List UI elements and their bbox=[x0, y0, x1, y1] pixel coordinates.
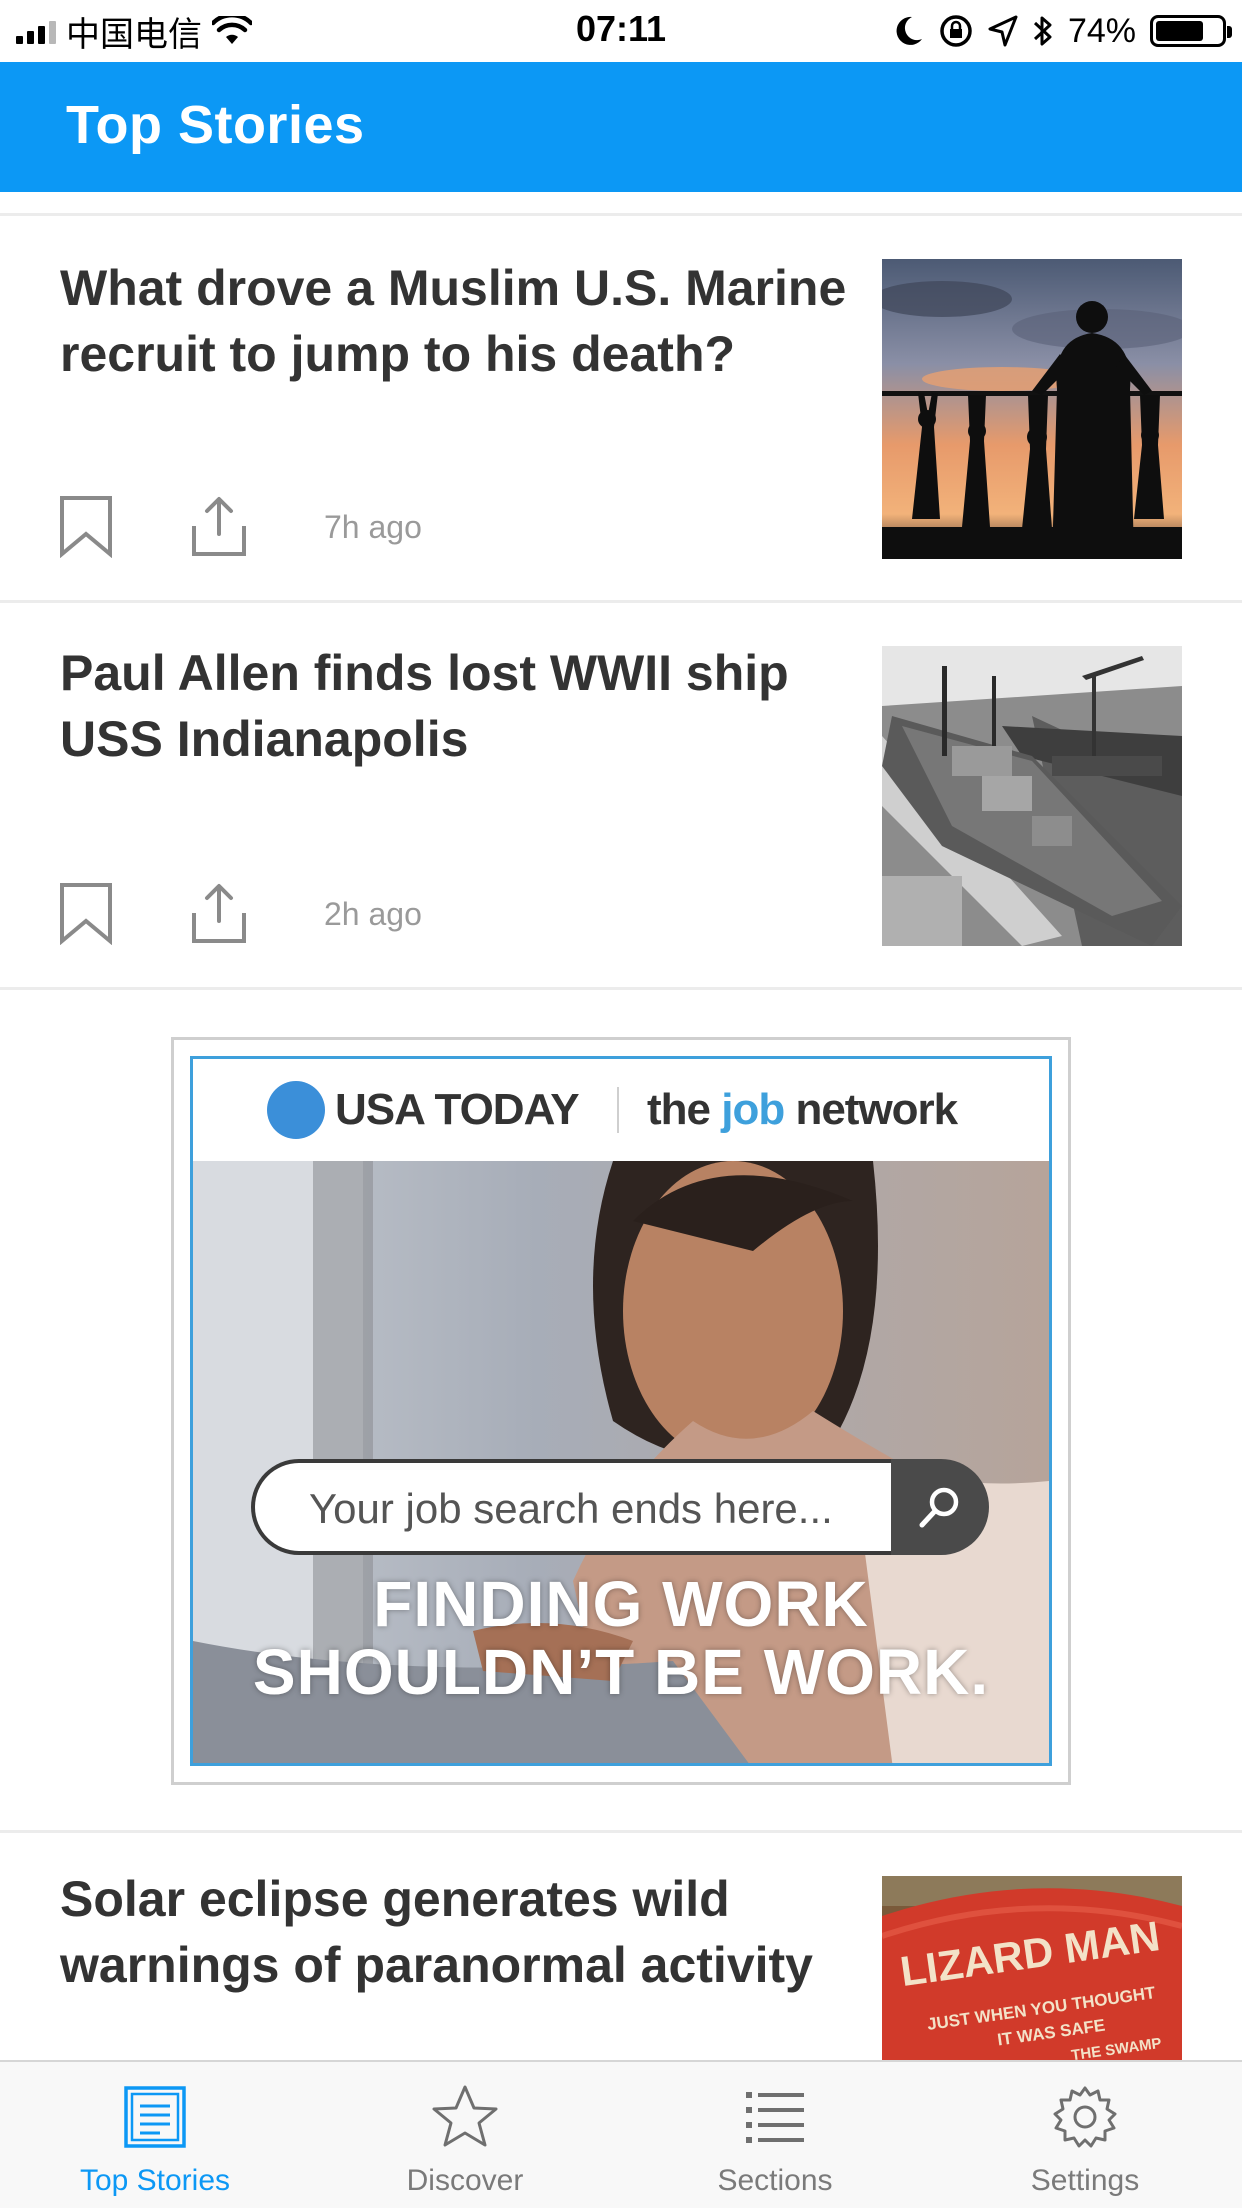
ad-search-bar[interactable]: Your job search ends here... bbox=[251, 1459, 989, 1555]
story-thumbnail[interactable]: LIZARD MAN JUST WHEN YOU THOUGHT IT WAS … bbox=[882, 1876, 1182, 2060]
story-card[interactable]: Solar eclipse generates wild warnings of… bbox=[0, 1836, 1242, 2060]
story-title[interactable]: Paul Allen finds lost WWII ship USS Indi… bbox=[60, 640, 850, 772]
story-thumbnail[interactable] bbox=[882, 646, 1182, 946]
ad-creative[interactable]: USA TODAY the job network Your job searc… bbox=[190, 1056, 1052, 1766]
story-card[interactable]: What drove a Muslim U.S. Marine recruit … bbox=[0, 219, 1242, 603]
tab-bar: Top Stories Discover Sections Settings bbox=[0, 2060, 1242, 2208]
tab-top-stories[interactable]: Top Stories bbox=[0, 2062, 310, 2208]
ad-partner: the job network bbox=[647, 1085, 958, 1135]
story-title[interactable]: Solar eclipse generates wild warnings of… bbox=[60, 1866, 850, 1998]
status-bar: 中国电信 07:11 74% bbox=[0, 0, 1242, 62]
tab-label: Sections bbox=[717, 2164, 833, 2197]
lizard-man-hat-photo: LIZARD MAN JUST WHEN YOU THOUGHT IT WAS … bbox=[882, 1876, 1182, 2060]
ad-section: USA TODAY the job network Your job searc… bbox=[0, 993, 1242, 1833]
story-actions: 2h ago bbox=[58, 882, 422, 946]
tab-label: Discover bbox=[406, 2164, 524, 2197]
ad-tagline-line1: FINDING WORK bbox=[373, 1568, 869, 1640]
moon-icon bbox=[896, 16, 922, 45]
newspaper-icon bbox=[124, 2086, 186, 2148]
gear-icon bbox=[1053, 2086, 1117, 2148]
ad-partner-suffix: network bbox=[784, 1085, 958, 1134]
ad-search-button[interactable] bbox=[891, 1459, 989, 1555]
rotation-lock-icon bbox=[940, 15, 972, 47]
ad-header: USA TODAY the job network bbox=[193, 1059, 1049, 1161]
story-title[interactable]: What drove a Muslim U.S. Marine recruit … bbox=[60, 255, 850, 387]
location-icon bbox=[988, 15, 1018, 47]
ad-partner-prefix: the bbox=[647, 1085, 722, 1134]
app-header: Top Stories bbox=[0, 62, 1242, 192]
battery-level-fill bbox=[1156, 21, 1204, 41]
tab-label: Top Stories bbox=[79, 2164, 231, 2197]
search-icon bbox=[919, 1487, 959, 1528]
bluetooth-icon bbox=[1033, 16, 1052, 46]
ad-brand: USA TODAY bbox=[335, 1085, 580, 1134]
usa-today-logo-icon bbox=[267, 1081, 325, 1139]
ad-divider bbox=[617, 1087, 619, 1133]
share-icon[interactable] bbox=[190, 496, 248, 558]
story-timestamp: 7h ago bbox=[324, 508, 422, 545]
tab-label: Settings bbox=[1030, 2164, 1140, 2197]
story-actions: 7h ago bbox=[58, 495, 422, 559]
ad-tagline-line2: SHOULDN’T BE WORK. bbox=[252, 1636, 990, 1708]
warship-photo bbox=[882, 646, 1182, 946]
header-divider bbox=[0, 192, 1242, 216]
bookmark-icon[interactable] bbox=[58, 496, 116, 558]
battery-icon bbox=[1150, 15, 1232, 47]
ad-banner[interactable]: USA TODAY the job network Your job searc… bbox=[171, 1037, 1071, 1785]
tab-sections[interactable]: Sections bbox=[620, 2062, 930, 2208]
bookmark-icon[interactable] bbox=[58, 883, 116, 945]
ad-partner-highlight: job bbox=[721, 1085, 785, 1134]
battery-percent: 74% bbox=[1067, 11, 1136, 50]
status-bar-right: 74% bbox=[894, 10, 1232, 52]
tab-discover[interactable]: Discover bbox=[310, 2062, 620, 2208]
story-timestamp: 2h ago bbox=[324, 895, 422, 932]
star-icon bbox=[432, 2085, 498, 2147]
silhouettes-on-bar-photo bbox=[882, 259, 1182, 559]
ad-search-field[interactable]: Your job search ends here... bbox=[251, 1459, 891, 1555]
page-title: Top Stories bbox=[66, 95, 365, 155]
tab-settings[interactable]: Settings bbox=[930, 2062, 1240, 2208]
story-card[interactable]: Paul Allen finds lost WWII ship USS Indi… bbox=[0, 606, 1242, 990]
list-icon bbox=[746, 2092, 804, 2143]
share-icon[interactable] bbox=[190, 883, 248, 945]
story-thumbnail[interactable] bbox=[882, 259, 1182, 559]
ad-search-placeholder: Your job search ends here... bbox=[309, 1485, 833, 1532]
